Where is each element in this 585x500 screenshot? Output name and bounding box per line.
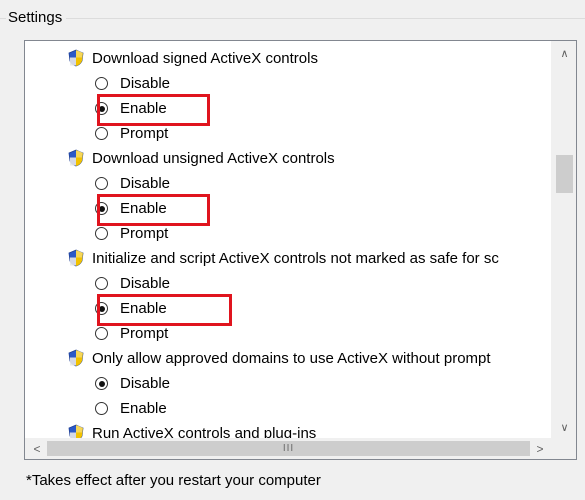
radio-option-disable[interactable]: Disable [95,371,170,396]
option-label: Prompt [120,225,169,242]
radio-button[interactable] [95,227,108,240]
scroll-up-button[interactable]: ∧ [552,43,576,63]
vertical-scrollbar[interactable]: ∧ ∨ [551,41,576,439]
setting-title: Run ActiveX controls and plug-ins [92,425,317,439]
option-label: Disable [120,375,171,392]
radio-button[interactable] [95,177,108,190]
scroll-down-button[interactable]: ∨ [552,417,576,437]
option-label: Enable [120,100,167,117]
setting-title: Only allow approved domains to use Activ… [92,350,491,367]
option-label: Enable [120,200,167,217]
option-label: Disable [120,275,171,292]
setting-title: Initialize and script ActiveX controls n… [92,250,499,267]
group-divider [0,18,585,19]
radio-option-enable[interactable]: Enable [95,296,167,321]
security-shield-icon [68,49,84,66]
scroll-right-button[interactable]: > [530,438,550,459]
radio-option-disable[interactable]: Disable [95,171,170,196]
grip-icon: III [282,443,295,454]
radio-option-enable[interactable]: Enable [95,396,167,421]
option-label: Disable [120,175,171,192]
security-shield-icon [68,349,84,366]
horizontal-scroll-thumb[interactable]: III [47,441,530,456]
radio-option-prompt[interactable]: Prompt [95,321,168,346]
radio-button[interactable] [95,402,108,415]
option-label: Disable [120,75,171,92]
setting-initialize-script-activex: Initialize and script ActiveX controls n… [67,246,499,271]
radio-option-enable[interactable]: Enable [95,96,167,121]
scrollbar-corner [551,438,576,459]
radio-button-selected[interactable] [95,302,108,315]
security-shield-icon [68,149,84,166]
settings-list-content: Download signed ActiveX controls Disable… [25,41,552,439]
setting-download-unsigned-activex: Download unsigned ActiveX controls [67,146,335,171]
horizontal-scrollbar[interactable]: < III > [25,438,552,459]
setting-title: Download signed ActiveX controls [92,50,318,67]
radio-option-enable[interactable]: Enable [95,196,167,221]
restart-footnote: *Takes effect after you restart your com… [26,472,321,489]
radio-option-prompt[interactable]: Prompt [95,121,168,146]
security-shield-icon [68,249,84,266]
radio-button-selected[interactable] [95,377,108,390]
chevron-left-icon: < [33,441,41,456]
option-label: Enable [120,400,167,417]
radio-button-selected[interactable] [95,102,108,115]
radio-option-disable[interactable]: Disable [95,71,170,96]
setting-title: Download unsigned ActiveX controls [92,150,335,167]
settings-list[interactable]: Download signed ActiveX controls Disable… [24,40,577,460]
radio-option-disable[interactable]: Disable [95,271,170,296]
group-title: Settings [6,9,67,27]
option-label: Prompt [120,325,169,342]
chevron-down-icon: ∨ [560,421,569,434]
option-label: Enable [120,300,167,317]
radio-button[interactable] [95,277,108,290]
radio-option-prompt[interactable]: Prompt [95,221,168,246]
radio-button[interactable] [95,127,108,140]
chevron-right-icon: > [536,441,544,456]
radio-button[interactable] [95,327,108,340]
security-shield-icon [68,424,84,439]
chevron-up-icon: ∧ [560,47,569,60]
option-label: Prompt [120,125,169,142]
radio-button[interactable] [95,77,108,90]
settings-panel: Settings Download signed ActiveX control… [0,0,585,500]
setting-run-activex-plugins: Run ActiveX controls and plug-ins [67,421,316,439]
radio-button-selected[interactable] [95,202,108,215]
setting-download-signed-activex: Download signed ActiveX controls [67,46,318,71]
vertical-scroll-thumb[interactable] [556,155,573,193]
setting-approved-domains-activex: Only allow approved domains to use Activ… [67,346,491,371]
scroll-left-button[interactable]: < [27,438,47,459]
